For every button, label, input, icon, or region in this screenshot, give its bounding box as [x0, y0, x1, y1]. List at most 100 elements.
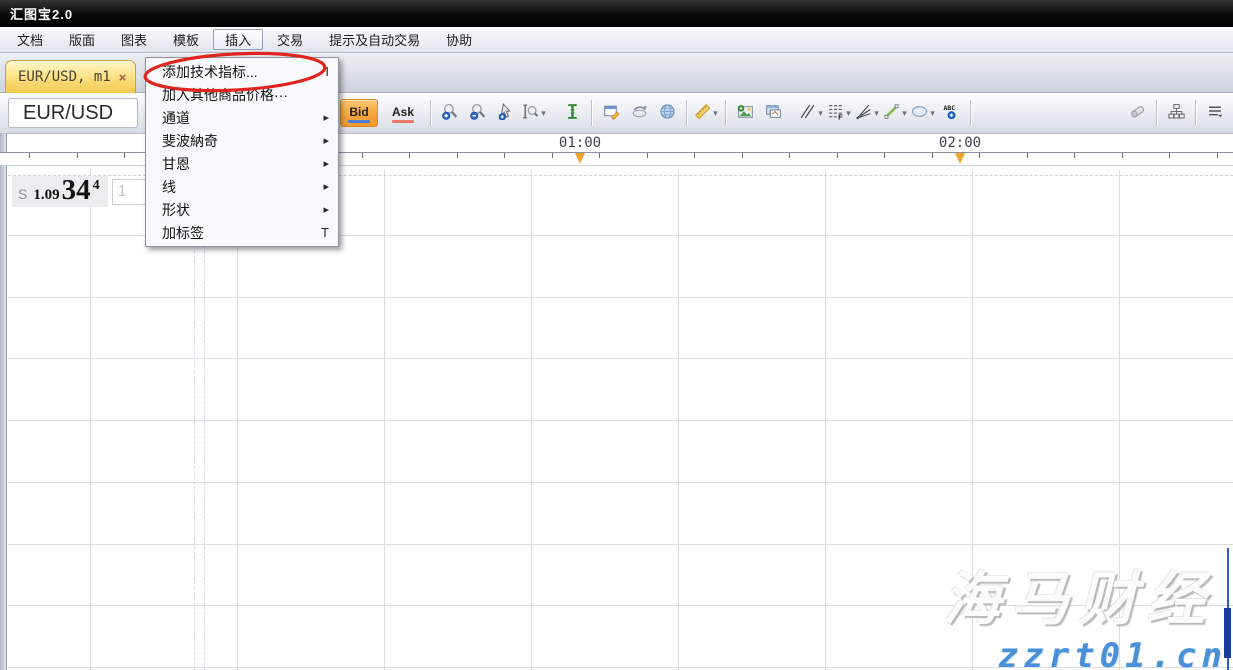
- chevron-down-icon: ▾: [874, 108, 879, 119]
- application-window: 汇图宝2.0 文档版面图表模板插入交易提示及自动交易协助 EUR/USD, m1…: [0, 0, 1233, 670]
- trendlines-button[interactable]: ▾: [797, 98, 825, 128]
- list-menu-button[interactable]: [1201, 98, 1229, 128]
- watermark-brand: 海马财经: [943, 552, 1215, 636]
- menu-shortcut: T: [321, 225, 329, 240]
- time-axis-label: 01:00: [559, 135, 601, 151]
- cursor-zoom-button[interactable]: [492, 98, 520, 128]
- chevron-down-icon: ▾: [902, 108, 907, 119]
- zoom-range-button[interactable]: ▾: [520, 98, 548, 128]
- menu-item-gann[interactable]: 甘恩▸: [146, 152, 338, 175]
- dashed-cursor-line: [204, 175, 205, 670]
- menu-item-line[interactable]: 线▸: [146, 175, 338, 198]
- cursor-zoom-icon: [498, 103, 515, 123]
- quote-price-pip: 4: [93, 178, 100, 194]
- menu-item-channel[interactable]: 通道 ▸: [146, 106, 338, 129]
- left-panel-splitter[interactable]: [0, 134, 7, 670]
- fib-lines-button[interactable]: F▾: [825, 98, 853, 128]
- menubar-item-help[interactable]: 协助: [434, 29, 484, 50]
- capture-window-button[interactable]: [759, 98, 787, 128]
- axis-tick: [124, 153, 125, 158]
- ask-button[interactable]: Ask: [384, 99, 422, 127]
- menu-shortcut: I: [325, 64, 329, 79]
- toolbar-separator: [430, 100, 431, 126]
- axis-tick: [552, 153, 553, 158]
- menu-item-label: 线: [162, 177, 176, 197]
- ellipse-shape-button[interactable]: ▾: [909, 98, 937, 128]
- menubar-item-alerts-autotrade[interactable]: 提示及自动交易: [317, 29, 432, 50]
- menubar-item-chart[interactable]: 图表: [109, 29, 159, 50]
- menu-item-label: 甘恩: [162, 154, 190, 174]
- axis-tick: [1169, 153, 1170, 158]
- fit-vertical-icon: [564, 103, 581, 123]
- axis-tick: [647, 153, 648, 158]
- draw-line-icon: [883, 103, 900, 123]
- toolbar-separator: [686, 100, 687, 126]
- quote-price-main: 34: [62, 178, 91, 203]
- ruler-button[interactable]: ▾: [692, 98, 720, 128]
- menubar-item-insert[interactable]: 插入: [213, 29, 263, 50]
- draw-line-button[interactable]: ▾: [881, 98, 909, 128]
- add-text-label-icon: ABC: [943, 103, 960, 123]
- chevron-down-icon: ▾: [930, 108, 935, 119]
- axis-tick: [362, 153, 363, 158]
- watermark-url: zzrt01.cn: [998, 636, 1227, 670]
- fan-lines-button[interactable]: ▾: [853, 98, 881, 128]
- sell-side-label: S: [18, 186, 27, 202]
- menu-item-shape[interactable]: 形状▸: [146, 198, 338, 221]
- refresh-view-button[interactable]: [625, 98, 653, 128]
- fit-vertical-button[interactable]: [558, 98, 586, 128]
- hierarchy-button[interactable]: [1162, 98, 1190, 128]
- menu-item-label: 通道: [162, 108, 190, 128]
- fib-lines-icon: F: [827, 103, 844, 123]
- tab-eurusd-m1[interactable]: EUR/USD, m1 ×: [5, 60, 136, 93]
- globe-button[interactable]: [653, 98, 681, 128]
- h-gridline: [8, 420, 1233, 421]
- axis-tick: [504, 153, 505, 158]
- zoom-in-button[interactable]: [436, 98, 464, 128]
- v-gridline: [531, 170, 532, 670]
- toolbar-separator: [1195, 100, 1196, 126]
- zoom-out-button[interactable]: [464, 98, 492, 128]
- menu-item-label: 加标签: [162, 223, 204, 243]
- symbol-combobox[interactable]: EUR/USD: [8, 98, 138, 128]
- menu-item-add-indicator[interactable]: 添加技术指标...I: [146, 60, 338, 83]
- menu-item-label: 加入其他商品价格···: [162, 85, 288, 105]
- menubar-item-layout[interactable]: 版面: [57, 29, 107, 50]
- menu-bar: 文档版面图表模板插入交易提示及自动交易协助: [0, 27, 1233, 53]
- axis-tick: [29, 153, 30, 158]
- submenu-arrow-icon: ▸: [323, 203, 329, 216]
- menu-item-add-other-symbol-price[interactable]: 加入其他商品价格···: [146, 83, 338, 106]
- axis-tick: [789, 153, 790, 158]
- add-text-label-button[interactable]: ABC: [937, 98, 965, 128]
- window-title: 汇图宝2.0: [10, 4, 73, 23]
- quantity-input[interactable]: 1: [112, 179, 148, 205]
- add-image-button[interactable]: [731, 98, 759, 128]
- submenu-arrow-icon: ▸: [323, 111, 329, 124]
- menubar-item-document[interactable]: 文档: [5, 29, 55, 50]
- bid-button-label: Bid: [349, 105, 368, 119]
- sell-quote-button[interactable]: S 1.09 34 4: [12, 176, 108, 207]
- zoom-out-icon: [470, 103, 487, 123]
- axis-tick: [932, 153, 933, 158]
- menu-item-fibonacci[interactable]: 斐波納奇 ▸: [146, 129, 338, 152]
- annotate-window-button[interactable]: [597, 98, 625, 128]
- bid-button[interactable]: Bid: [340, 99, 378, 127]
- menu-item-label: 斐波納奇: [162, 131, 218, 151]
- submenu-arrow-icon: ▸: [323, 134, 329, 147]
- chevron-down-icon: ▾: [846, 108, 851, 119]
- time-axis-label: 02:00: [939, 135, 981, 151]
- menubar-item-trade[interactable]: 交易: [265, 29, 315, 50]
- zoom-range-icon: [522, 103, 539, 123]
- v-gridline: [678, 170, 679, 670]
- axis-tick: [409, 153, 410, 158]
- menu-item-add-label[interactable]: 加标签 T: [146, 221, 338, 244]
- insert-menu-dropdown: 添加技术指标...I加入其他商品价格···通道▸斐波納奇▸甘恩▸线▸形状▸加标签…: [145, 57, 339, 247]
- eraser-button[interactable]: [1123, 98, 1151, 128]
- axis-tick: [457, 153, 458, 158]
- axis-tick: [837, 153, 838, 158]
- hierarchy-icon: [1168, 103, 1185, 123]
- h-gridline: [8, 358, 1233, 359]
- close-icon[interactable]: ×: [119, 71, 127, 84]
- menubar-item-template[interactable]: 模板: [161, 29, 211, 50]
- v-gridline: [90, 170, 91, 670]
